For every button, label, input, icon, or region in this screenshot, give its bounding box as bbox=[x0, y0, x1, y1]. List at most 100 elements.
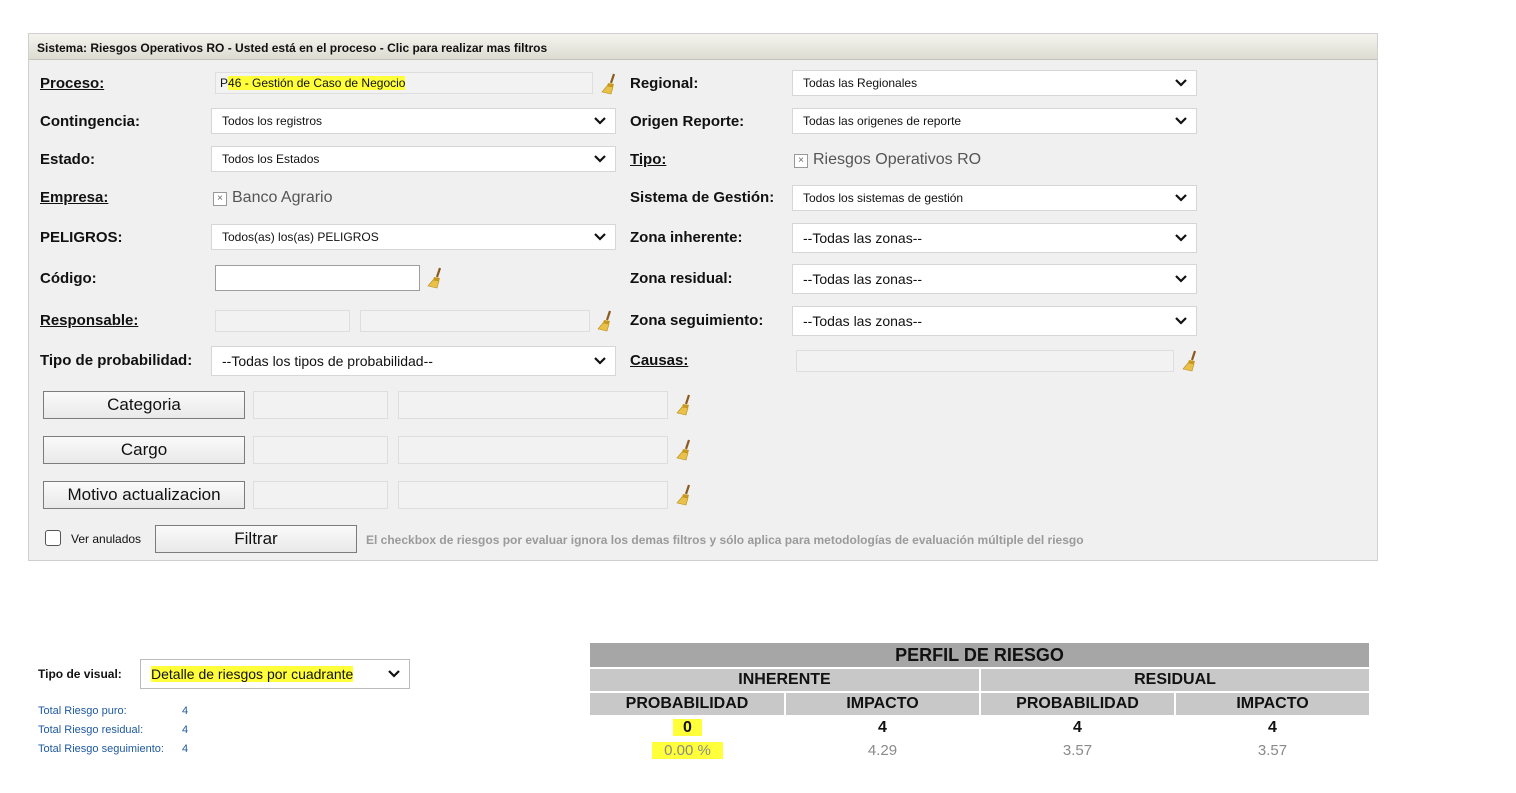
total-label: Total Riesgo residual: bbox=[38, 724, 144, 736]
categoria-clear-broom-icon[interactable] bbox=[676, 394, 694, 416]
codigo-clear-broom-icon[interactable] bbox=[427, 267, 445, 289]
totals-list: Total Riesgo puro: 4 Total Riesgo residua… bbox=[38, 702, 198, 759]
responsable-clear-broom-icon[interactable] bbox=[597, 310, 615, 332]
peligros-label: PELIGROS: bbox=[40, 229, 123, 246]
total-riesgo-puro-link[interactable]: Total Riesgo puro: 4 bbox=[38, 702, 198, 721]
proceso-value: 46 - Gestión de Caso de Negocio bbox=[228, 76, 406, 90]
residual-impacto-value: 4 bbox=[1268, 719, 1277, 736]
estado-label: Estado: bbox=[40, 151, 96, 168]
origen-select[interactable]: Todas las origenes de reporte bbox=[792, 108, 1197, 134]
proceso-label[interactable]: Proceso: bbox=[40, 75, 104, 93]
ver-anulados-checkbox[interactable] bbox=[45, 530, 61, 546]
regional-select[interactable]: Todas las Regionales bbox=[792, 70, 1197, 96]
peligros-select[interactable]: Todos(as) los(as) PELIGROS bbox=[211, 224, 616, 250]
cargo-clear-broom-icon[interactable] bbox=[676, 439, 694, 461]
inherente-probabilidad-average: 0.00 % bbox=[652, 741, 723, 759]
residual-probabilidad-value: 4 bbox=[1073, 719, 1082, 736]
categoria-name-field bbox=[398, 391, 668, 419]
zona-inherente-select[interactable]: --Todas las zonas-- bbox=[792, 223, 1197, 253]
total-value: 4 bbox=[182, 705, 189, 717]
zona-seguimiento-select[interactable]: --Todas las zonas-- bbox=[792, 306, 1197, 336]
chevron-down-icon bbox=[1174, 78, 1188, 88]
table-row: 0.00 % 4.29 3.57 3.57 bbox=[590, 739, 1370, 761]
causas-field bbox=[796, 350, 1174, 372]
tipo-chip[interactable]: × Riesgos Operativos RO bbox=[794, 151, 981, 169]
responsable-code-field bbox=[215, 310, 350, 332]
total-label: Total Riesgo puro: bbox=[38, 705, 127, 717]
zona-seguimiento-value: --Todas las zonas-- bbox=[803, 313, 923, 329]
residual-probabilidad-average: 3.57 bbox=[1062, 741, 1093, 759]
ver-anulados-label: Ver anulados bbox=[71, 532, 142, 546]
categoria-code-field bbox=[253, 391, 388, 419]
zona-residual-select[interactable]: --Todas las zonas-- bbox=[792, 264, 1197, 294]
zona-residual-label: Zona residual: bbox=[630, 270, 733, 287]
inherente-impacto-average: 4.29 bbox=[867, 741, 898, 759]
chevron-down-icon bbox=[593, 154, 607, 164]
chevron-down-icon bbox=[593, 356, 607, 366]
empresa-value: Banco Agrario bbox=[232, 189, 333, 206]
chevron-down-icon bbox=[593, 232, 607, 242]
chevron-down-icon bbox=[1174, 233, 1188, 243]
origen-label: Origen Reporte: bbox=[630, 113, 745, 130]
remove-x-icon[interactable]: × bbox=[794, 154, 808, 168]
total-riesgo-seguimiento-link[interactable]: Total Riesgo seguimiento: 4 bbox=[38, 740, 198, 759]
causas-label[interactable]: Causas: bbox=[630, 352, 688, 370]
total-riesgo-residual-link[interactable]: Total Riesgo residual: 4 bbox=[38, 721, 198, 740]
origen-value: Todas las origenes de reporte bbox=[803, 114, 962, 128]
contingencia-select[interactable]: Todos los registros bbox=[211, 108, 616, 134]
tipo-probabilidad-select[interactable]: --Todas los tipos de probabilidad-- bbox=[211, 346, 616, 376]
filtrar-button[interactable]: Filtrar bbox=[155, 525, 357, 553]
inherente-probabilidad-header: PROBABILIDAD bbox=[590, 692, 786, 717]
empresa-chip[interactable]: × Banco Agrario bbox=[213, 189, 333, 207]
sistema-value: Todos los sistemas de gestión bbox=[803, 191, 964, 205]
tipo-probabilidad-label: Tipo de probabilidad: bbox=[40, 352, 193, 369]
chevron-down-icon bbox=[387, 669, 401, 679]
responsable-label[interactable]: Responsable: bbox=[40, 312, 138, 330]
tipo-label[interactable]: Tipo: bbox=[630, 151, 666, 169]
estado-select[interactable]: Todos los Estados bbox=[211, 146, 616, 172]
cargo-button[interactable]: Cargo bbox=[43, 436, 245, 464]
motivo-code-field bbox=[253, 481, 388, 509]
zona-residual-value: --Todas las zonas-- bbox=[803, 271, 923, 287]
sistema-select[interactable]: Todos los sistemas de gestión bbox=[792, 185, 1197, 211]
residual-impacto-average: 3.57 bbox=[1257, 741, 1288, 759]
zona-inherente-value: --Todas las zonas-- bbox=[803, 230, 923, 246]
categoria-button[interactable]: Categoria bbox=[43, 391, 245, 419]
estado-value: Todos los Estados bbox=[222, 152, 320, 166]
contingencia-value: Todos los registros bbox=[222, 114, 323, 128]
sistema-label: Sistema de Gestión: bbox=[630, 189, 775, 206]
codigo-label: Código: bbox=[40, 270, 97, 287]
chevron-down-icon bbox=[1174, 316, 1188, 326]
causas-clear-broom-icon[interactable] bbox=[1182, 350, 1200, 372]
chevron-down-icon bbox=[593, 116, 607, 126]
inherente-header: INHERENTE bbox=[590, 668, 981, 693]
total-value: 4 bbox=[182, 724, 189, 736]
zona-seguimiento-label: Zona seguimiento: bbox=[630, 312, 764, 329]
remove-x-icon[interactable]: × bbox=[213, 192, 227, 206]
tipo-visual-select[interactable]: Detalle de riesgos por cuadrante bbox=[140, 659, 410, 689]
total-label: Total Riesgo seguimiento: bbox=[38, 743, 164, 755]
tipo-visual-value: Detalle de riesgos por cuadrante bbox=[151, 666, 354, 682]
tipo-value: Riesgos Operativos RO bbox=[813, 151, 982, 168]
perfil-title: PERFIL DE RIESGO bbox=[590, 643, 1371, 669]
motivo-actualizacion-button[interactable]: Motivo actualizacion bbox=[43, 481, 245, 509]
tipo-visual-label: Tipo de visual: bbox=[38, 667, 122, 681]
cargo-code-field bbox=[253, 436, 388, 464]
contingencia-label: Contingencia: bbox=[40, 113, 140, 130]
proceso-prefix: P bbox=[220, 76, 229, 90]
responsable-name-field bbox=[360, 310, 590, 332]
table-row: 0 4 4 4 bbox=[590, 716, 1370, 739]
chevron-down-icon bbox=[1174, 116, 1188, 126]
total-value: 4 bbox=[182, 743, 189, 755]
inherente-impacto-value: 4 bbox=[878, 719, 887, 736]
motivo-clear-broom-icon[interactable] bbox=[676, 484, 694, 506]
inherente-probabilidad-value: 0 bbox=[673, 719, 702, 736]
chevron-down-icon bbox=[1174, 193, 1188, 203]
proceso-clear-broom-icon[interactable] bbox=[601, 73, 619, 95]
residual-header: RESIDUAL bbox=[980, 668, 1371, 693]
peligros-value: Todos(as) los(as) PELIGROS bbox=[222, 230, 379, 244]
cargo-name-field bbox=[398, 436, 668, 464]
panel-header[interactable]: Sistema: Riesgos Operativos RO - Usted e… bbox=[29, 34, 1377, 60]
codigo-input[interactable] bbox=[215, 265, 420, 291]
empresa-label[interactable]: Empresa: bbox=[40, 189, 108, 207]
